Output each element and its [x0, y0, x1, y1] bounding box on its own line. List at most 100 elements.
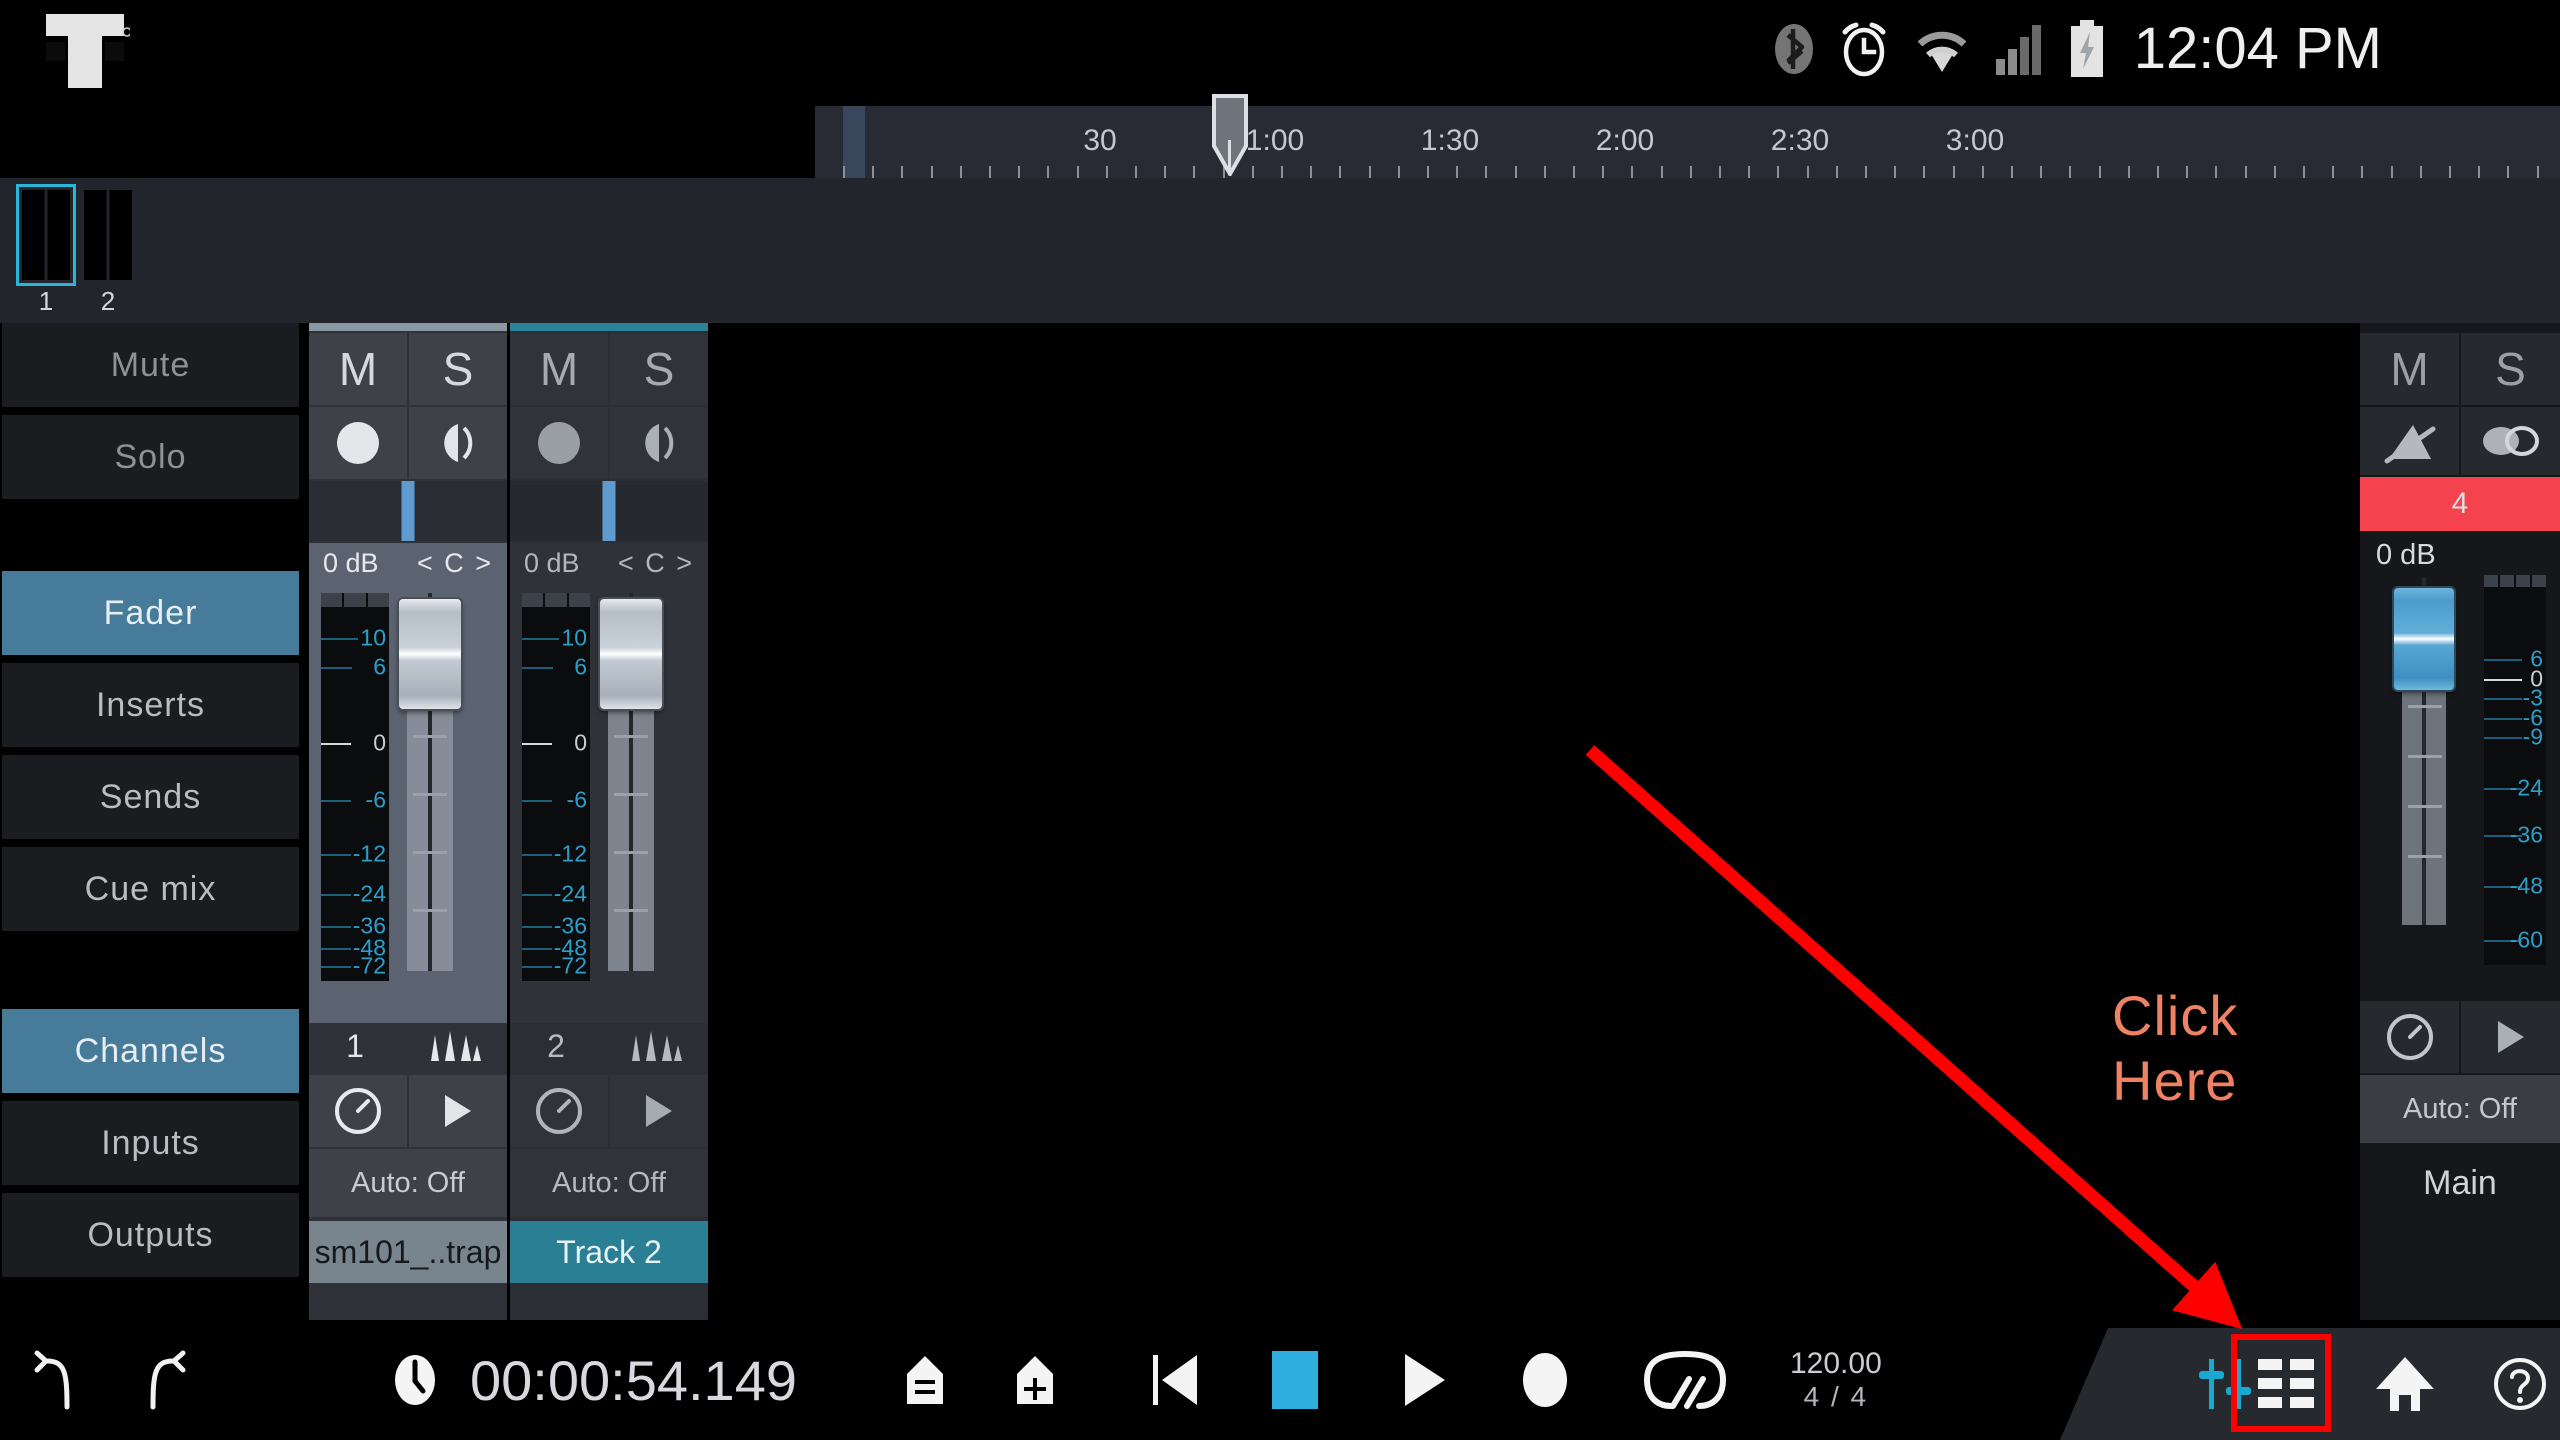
- ruler-label: 3:00: [1945, 124, 2005, 157]
- channel-name[interactable]: Track 2: [510, 1221, 708, 1283]
- channel-solo-button[interactable]: S: [610, 333, 708, 405]
- meter-tick: [321, 667, 353, 669]
- ruler-tick: [2215, 166, 2218, 178]
- loop-button[interactable]: [1620, 1320, 1750, 1440]
- master-solo-button[interactable]: S: [2461, 333, 2560, 405]
- meter-leds: [321, 593, 389, 607]
- master-channel-strip: M S 4 0 dB 60-3-6-9-24-36-48-60: [2360, 323, 2560, 1320]
- sidebar-item-solo[interactable]: Solo: [2, 415, 299, 499]
- meter-tick: [522, 965, 552, 968]
- meter-scale-label: -72: [553, 952, 587, 979]
- pan-slider[interactable]: [309, 481, 507, 541]
- waveform-icon: [431, 1031, 481, 1061]
- timeline-ruler[interactable]: 30 1:00 1:30 2:00 2:30 3:00: [815, 106, 2560, 178]
- ruler-label: 2:30: [1770, 124, 1830, 157]
- fader-area: 10 6 0 -6 -12 -24 -36 -48 -72: [309, 583, 507, 1023]
- home-button[interactable]: [2350, 1328, 2460, 1440]
- ruler-tick: [1514, 166, 1517, 178]
- channel-play-automation-button[interactable]: [409, 1075, 507, 1147]
- channel-monitor-button[interactable]: [409, 407, 507, 479]
- master-mute-button[interactable]: M: [2360, 333, 2459, 405]
- channel-automation-knob-button[interactable]: [309, 1075, 407, 1147]
- play-button[interactable]: [1370, 1320, 1480, 1440]
- channel-automation-knob-button[interactable]: [510, 1075, 608, 1147]
- master-dim-button[interactable]: [2360, 407, 2459, 475]
- ruler-tick: [2098, 166, 2101, 178]
- track-thumbnail[interactable]: [16, 184, 76, 286]
- waveform-toggle-button[interactable]: [602, 1029, 708, 1063]
- master-automation-status[interactable]: Auto: Off: [2360, 1075, 2560, 1143]
- meter-scale-label: -12: [553, 840, 587, 867]
- meter-scale-label: -6: [365, 786, 386, 813]
- ruler-tick: [2069, 166, 2072, 178]
- pan-handle[interactable]: [602, 481, 616, 541]
- master-automation-knob-button[interactable]: [2360, 1001, 2459, 1073]
- channel-icon-row: [309, 407, 507, 479]
- sidebar-item-inputs[interactable]: Inputs: [2, 1101, 299, 1185]
- sidebar-item-channels[interactable]: Channels: [2, 1009, 299, 1093]
- stop-icon: [1272, 1351, 1318, 1409]
- track-thumbnail-strip: 12: [0, 178, 2560, 323]
- sidebar-item-cue-mix[interactable]: Cue mix: [2, 847, 299, 931]
- channel-strip: MS0 dB < C >10 6 0 -6 -12 -24 -36 -48 -72 1 Auto: O…: [309, 323, 507, 1320]
- fader-notch: [2408, 705, 2442, 708]
- fader-notch: [2408, 755, 2442, 758]
- ruler-tick: [1631, 166, 1634, 178]
- channel-record-arm-button[interactable]: [510, 407, 608, 479]
- record-icon: [1523, 1353, 1567, 1407]
- sidebar-item-sends[interactable]: Sends: [2, 755, 299, 839]
- ruler-label: 30: [1083, 124, 1117, 157]
- ruler-tick: [930, 166, 933, 178]
- ruler-tick: [2478, 166, 2481, 178]
- annotation-label: Click Here: [2112, 984, 2239, 1112]
- channel-mute-button[interactable]: M: [309, 333, 407, 405]
- tempo-bpm: 120.00: [1790, 1346, 1882, 1380]
- ruler-tick: [1894, 166, 1897, 178]
- channel-solo-button[interactable]: S: [409, 333, 507, 405]
- channel-play-automation-button[interactable]: [610, 1075, 708, 1147]
- play-triangle-icon: [445, 1095, 471, 1127]
- playhead-icon[interactable]: [1210, 94, 1250, 176]
- master-clip-badge[interactable]: 4: [2360, 477, 2560, 531]
- ruler-tick: [2127, 166, 2130, 178]
- redo-button[interactable]: [110, 1320, 220, 1440]
- master-fader-handle[interactable]: [2394, 588, 2454, 690]
- stop-button[interactable]: [1240, 1320, 1350, 1440]
- channel-monitor-button[interactable]: [610, 407, 708, 479]
- channel-name[interactable]: sm101_..trap: [309, 1221, 507, 1283]
- sidebar-item-outputs[interactable]: Outputs: [2, 1193, 299, 1277]
- channel-fader-handle[interactable]: [600, 599, 662, 709]
- channel-mute-button[interactable]: M: [510, 333, 608, 405]
- meter-scale-label: 6: [574, 653, 587, 680]
- marker-icon: [907, 1356, 943, 1404]
- sidebar-item-mute[interactable]: Mute: [2, 323, 299, 407]
- tempo-display[interactable]: 120.00 4 / 4: [1790, 1320, 1882, 1440]
- channel-automation-status[interactable]: Auto: Off: [510, 1149, 708, 1217]
- help-button[interactable]: [2465, 1328, 2560, 1440]
- timecode-display[interactable]: 00:00:54.149: [470, 1320, 870, 1440]
- channel-record-arm-button[interactable]: [309, 407, 407, 479]
- master-mono-button[interactable]: [2461, 407, 2560, 475]
- record-circle-icon: [337, 422, 379, 464]
- add-marker-button[interactable]: [980, 1320, 1090, 1440]
- undo-button[interactable]: [0, 1320, 110, 1440]
- channel-fader-handle[interactable]: [399, 599, 461, 709]
- master-play-automation-button[interactable]: [2461, 1001, 2560, 1073]
- channel-automation-status[interactable]: Auto: Off: [309, 1149, 507, 1217]
- ruler-tick: [2273, 166, 2276, 178]
- sidebar-item-fader[interactable]: Fader: [2, 571, 299, 655]
- master-channel-name[interactable]: Main: [2360, 1147, 2560, 1219]
- meter-tick: [522, 742, 552, 745]
- marker-button[interactable]: [870, 1320, 980, 1440]
- pan-handle[interactable]: [401, 481, 415, 541]
- sidebar-item-inserts[interactable]: Inserts: [2, 663, 299, 747]
- rewind-button[interactable]: [1120, 1320, 1230, 1440]
- main-canvas[interactable]: Click Here: [712, 323, 2360, 1320]
- timecode-mode-button[interactable]: [370, 1320, 460, 1440]
- meter-scale-label: 10: [360, 624, 386, 651]
- pan-slider[interactable]: [510, 481, 708, 541]
- record-button[interactable]: [1490, 1320, 1600, 1440]
- waveform-toggle-button[interactable]: [401, 1029, 507, 1063]
- track-thumbnail[interactable]: [84, 190, 132, 280]
- ruler-label: 1:00: [1245, 124, 1305, 157]
